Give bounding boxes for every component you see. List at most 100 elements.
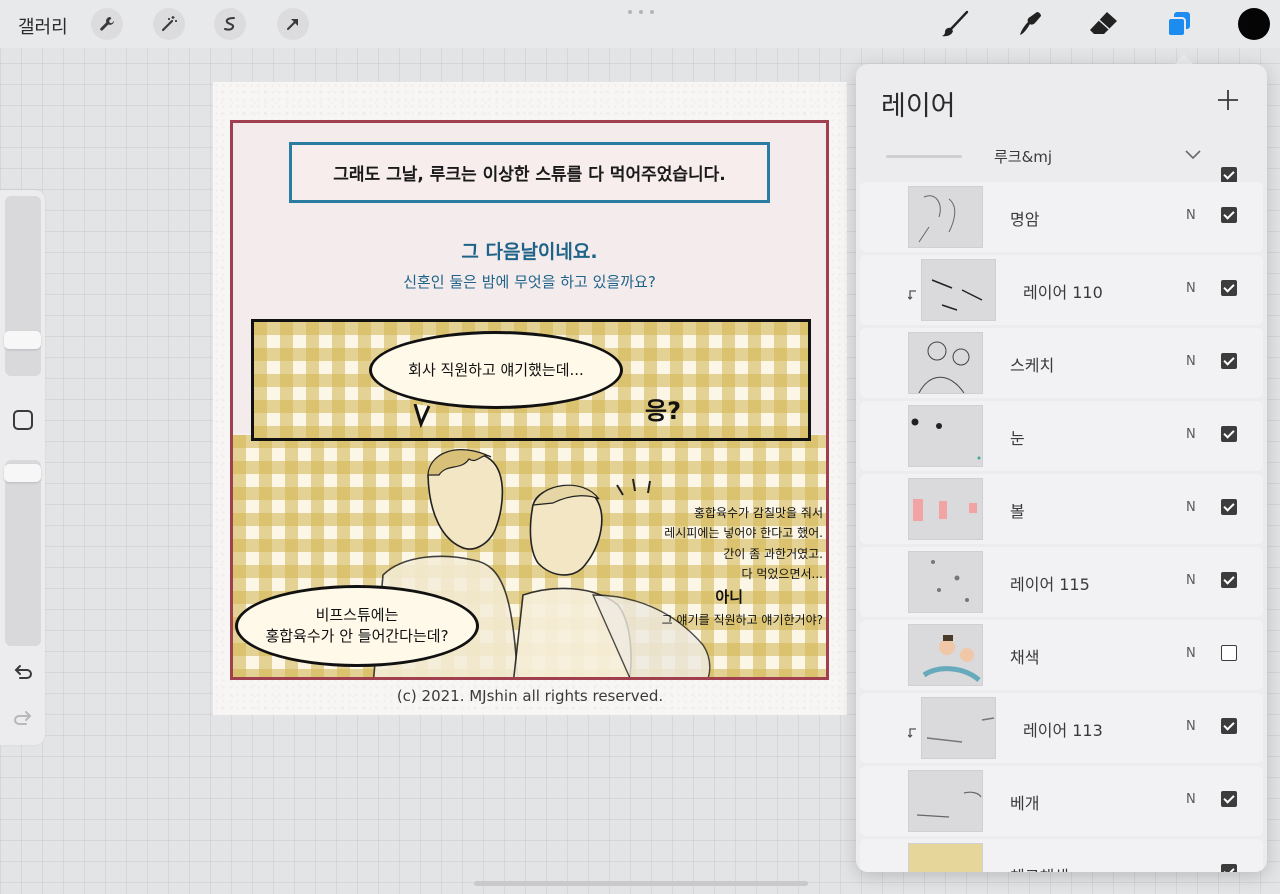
redo-icon[interactable] xyxy=(11,707,35,731)
dialogue-side-text: 홍합육수가 감칠맛을 줘서 레시피에는 넣어야 한다고 했어. 간이 좀 과한거… xyxy=(533,503,823,630)
color-picker-button[interactable] xyxy=(1238,8,1270,40)
layer-thumbnail[interactable] xyxy=(908,551,983,613)
chevron-down-icon[interactable] xyxy=(1184,149,1202,161)
layer-visibility-checkbox[interactable] xyxy=(1221,499,1237,515)
layer-visibility-checkbox[interactable] xyxy=(1221,718,1237,734)
narration-line-1: 그 다음날이네요. xyxy=(461,241,598,263)
layer-thumbnail[interactable] xyxy=(908,770,983,832)
layer-row[interactable]: 베개 N xyxy=(860,766,1263,836)
comic-panel-frame: 그래도 그날, 루크는 이상한 스튜를 다 먹어주었습니다. 그 다음날이네요.… xyxy=(230,120,829,680)
blend-mode-button[interactable]: N xyxy=(1186,427,1196,442)
layer-row[interactable]: 볼N xyxy=(860,474,1263,544)
layer-name: 스케치 xyxy=(1010,356,1055,375)
opacity-thumb[interactable] xyxy=(4,464,41,482)
blend-mode-button[interactable]: N xyxy=(1186,354,1196,369)
speech-bubble-top: 회사 직원하고 얘기했는데... xyxy=(369,331,623,409)
transform-arrow-icon[interactable] xyxy=(277,8,309,40)
brush-size-slider[interactable] xyxy=(5,196,41,376)
layer-name: 체크채색 xyxy=(1010,863,1069,872)
clipping-mask-icon xyxy=(907,285,918,300)
magic-wand-icon[interactable] xyxy=(153,8,185,40)
brush-icon[interactable] xyxy=(937,6,973,42)
blend-mode-button[interactable]: N xyxy=(1186,500,1196,515)
speech-bubble-bottom-line-2: 홍합육수가 안 들어간다는데? xyxy=(265,627,449,645)
blend-mode-button[interactable]: N xyxy=(1186,792,1196,807)
layer-row[interactable]: 체크채색 xyxy=(860,839,1263,872)
top-toolbar: 갤러리 xyxy=(0,0,1280,48)
gallery-button[interactable]: 갤러리 xyxy=(18,13,68,39)
eraser-icon[interactable] xyxy=(1085,6,1121,42)
layer-row[interactable]: 눈N xyxy=(860,401,1263,471)
layer-row[interactable]: 채색 N xyxy=(860,620,1263,690)
layer-name: 레이어 113 xyxy=(1023,721,1103,740)
dialogue-line-5: 아니 xyxy=(715,587,743,606)
layer-row[interactable]: 레이어 113 N xyxy=(860,693,1263,763)
copyright-text: (c) 2021. MJshin all rights reserved. xyxy=(396,687,664,705)
layer-visibility-checkbox[interactable] xyxy=(1221,207,1237,223)
layer-name: 레이어 110 xyxy=(1023,283,1103,302)
layer-thumbnail[interactable] xyxy=(908,332,983,394)
layer-thumbnail[interactable] xyxy=(921,697,996,759)
blend-mode-button[interactable]: N xyxy=(1186,573,1196,588)
layer-visibility-checkbox[interactable] xyxy=(1221,864,1237,872)
group-thumbnail xyxy=(886,155,962,158)
speech-bubble-top-tail xyxy=(413,404,431,428)
brush-size-thumb[interactable] xyxy=(4,331,41,349)
left-sidebar xyxy=(0,190,45,745)
group-visibility-checkbox[interactable] xyxy=(1221,167,1237,183)
dialogue-line-3: 간이 좀 과한거였고. xyxy=(723,546,823,561)
clipping-mask-icon xyxy=(907,723,918,738)
layer-row[interactable]: 명암 N xyxy=(860,182,1263,252)
layer-visibility-checkbox[interactable] xyxy=(1221,572,1237,588)
home-indicator xyxy=(474,881,808,886)
modify-button[interactable] xyxy=(13,410,33,430)
undo-icon[interactable] xyxy=(11,661,35,685)
layer-group-row[interactable]: 루크&mj xyxy=(860,142,1263,183)
dialogue-line-4: 다 먹었으면서... xyxy=(741,567,824,582)
layer-group-name: 루크&mj xyxy=(994,148,1053,166)
layer-name: 눈 xyxy=(1010,429,1025,448)
blend-mode-button[interactable]: N xyxy=(1186,646,1196,661)
layer-thumbnail[interactable] xyxy=(921,259,996,321)
add-layer-button[interactable] xyxy=(1216,88,1240,112)
layer-visibility-checkbox[interactable] xyxy=(1221,645,1237,661)
layer-visibility-checkbox[interactable] xyxy=(1221,280,1237,296)
layer-thumbnail[interactable] xyxy=(908,186,983,248)
layer-thumbnail[interactable] xyxy=(908,624,983,686)
opacity-slider[interactable] xyxy=(5,460,41,646)
plus-icon xyxy=(1218,90,1238,110)
layer-row[interactable]: 스케치 N xyxy=(860,328,1263,398)
layer-thumbnail[interactable] xyxy=(908,478,983,540)
speech-bubble-bottom-line-1: 비프스튜에는 xyxy=(315,606,399,624)
wrench-icon[interactable] xyxy=(91,8,123,40)
selection-icon[interactable] xyxy=(214,8,246,40)
narration-line-2: 신혼인 둘은 밤에 무엇을 하고 있을까요? xyxy=(403,273,656,291)
layer-visibility-checkbox[interactable] xyxy=(1221,426,1237,442)
layer-name: 레이어 115 xyxy=(1010,575,1090,594)
layer-name: 채색 xyxy=(1010,648,1040,667)
dialogue-line-1: 홍합육수가 감칠맛을 줘서 xyxy=(693,506,823,520)
layer-thumbnail[interactable] xyxy=(908,405,983,467)
layers-panel: 레이어 루크&mj 명암 N 레이어 110 N 스케치 N 눈 N 볼 N 레이어 115 N 채색 N… xyxy=(856,64,1267,872)
layer-row[interactable]: 레이어 115 N xyxy=(860,547,1263,617)
dialogue-line-2: 레시피에는 넣어야 한다고 했어. xyxy=(664,526,823,541)
smudge-icon[interactable] xyxy=(1011,6,1047,42)
speech-bubble-top-text: 회사 직원하고 얘기했는데... xyxy=(408,360,584,379)
blend-mode-button[interactable]: N xyxy=(1186,208,1196,223)
layers-icon[interactable] xyxy=(1161,6,1197,42)
blend-mode-button[interactable]: N xyxy=(1186,719,1196,734)
dialogue-line-6: 그 얘기를 직원하고 얘기한거야? xyxy=(661,613,823,628)
layer-name: 베개 xyxy=(1010,794,1040,813)
blend-mode-button[interactable]: N xyxy=(1186,281,1196,296)
sfx-text: 응? xyxy=(645,397,682,425)
layers-title: 레이어 xyxy=(881,91,956,122)
caption-box: 그래도 그날, 루크는 이상한 스튜를 다 먹어주었습니다. xyxy=(289,142,770,203)
drawing-canvas[interactable]: 그래도 그날, 루크는 이상한 스튜를 다 먹어주었습니다. 그 다음날이네요.… xyxy=(213,82,847,715)
speech-bubble-bottom: 비프스튜에는 홍합육수가 안 들어간다는데? xyxy=(235,585,479,667)
layer-name: 볼 xyxy=(1010,502,1025,521)
layer-visibility-checkbox[interactable] xyxy=(1221,353,1237,369)
grabber-handle[interactable] xyxy=(628,10,654,14)
layer-visibility-checkbox[interactable] xyxy=(1221,791,1237,807)
layer-row[interactable]: 레이어 110 N xyxy=(860,255,1263,325)
layer-thumbnail[interactable] xyxy=(908,843,983,872)
